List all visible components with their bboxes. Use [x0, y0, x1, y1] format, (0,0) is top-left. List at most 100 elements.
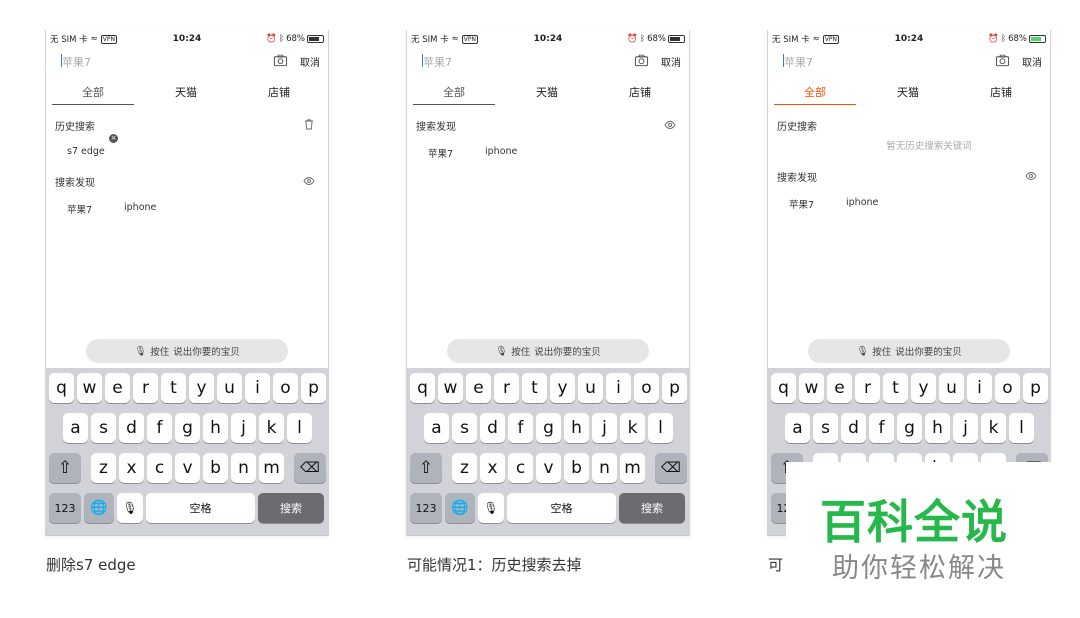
tab-shops[interactable]: 店铺	[600, 84, 680, 100]
key-t[interactable]: t	[522, 373, 547, 403]
tab-tmall[interactable]: 天猫	[146, 84, 226, 100]
key-a[interactable]: a	[424, 413, 449, 443]
key-l[interactable]: l	[1009, 413, 1034, 443]
key-b[interactable]: b	[564, 453, 589, 483]
key-o[interactable]: o	[273, 373, 298, 403]
tab-all[interactable]: 全部	[414, 84, 494, 100]
key-m[interactable]: m	[620, 453, 645, 483]
camera-icon[interactable]	[634, 53, 649, 68]
key-p[interactable]: p	[301, 373, 326, 403]
key-n[interactable]: n	[231, 453, 256, 483]
tab-all[interactable]: 全部	[53, 84, 133, 100]
eye-icon[interactable]	[664, 119, 676, 131]
numbers-key[interactable]: 123	[49, 493, 81, 523]
tab-tmall[interactable]: 天猫	[868, 84, 948, 100]
shift-key[interactable]: ⇧	[410, 453, 442, 483]
key-l[interactable]: l	[287, 413, 312, 443]
key-s[interactable]: s	[452, 413, 477, 443]
discover-chip[interactable]: iphone	[485, 146, 517, 157]
key-o[interactable]: o	[634, 373, 659, 403]
key-b[interactable]: b	[203, 453, 228, 483]
key-x[interactable]: x	[480, 453, 505, 483]
key-h[interactable]: h	[564, 413, 589, 443]
key-k[interactable]: k	[981, 413, 1006, 443]
key-z[interactable]: z	[91, 453, 116, 483]
dictation-key[interactable]: 🎙	[117, 493, 143, 523]
key-e[interactable]: e	[466, 373, 491, 403]
key-n[interactable]: n	[592, 453, 617, 483]
tab-all[interactable]: 全部	[775, 84, 855, 100]
search-key[interactable]: 搜索	[258, 493, 324, 523]
key-s[interactable]: s	[813, 413, 838, 443]
key-d[interactable]: d	[841, 413, 866, 443]
key-j[interactable]: j	[953, 413, 978, 443]
key-a[interactable]: a	[63, 413, 88, 443]
key-l[interactable]: l	[648, 413, 673, 443]
key-w[interactable]: w	[799, 373, 824, 403]
eye-icon[interactable]	[1025, 170, 1037, 182]
search-key[interactable]: 搜索	[619, 493, 685, 523]
key-g[interactable]: g	[175, 413, 200, 443]
key-w[interactable]: w	[77, 373, 102, 403]
key-y[interactable]: y	[911, 373, 936, 403]
voice-search-button[interactable]: 🎙 按住 说出你要的宝贝	[86, 339, 288, 363]
tab-tmall[interactable]: 天猫	[507, 84, 587, 100]
key-z[interactable]: z	[452, 453, 477, 483]
discover-chip[interactable]: 苹果7	[428, 146, 453, 160]
key-h[interactable]: h	[203, 413, 228, 443]
key-f[interactable]: f	[147, 413, 172, 443]
key-p[interactable]: p	[1023, 373, 1048, 403]
key-h[interactable]: h	[925, 413, 950, 443]
key-g[interactable]: g	[897, 413, 922, 443]
key-s[interactable]: s	[91, 413, 116, 443]
cancel-button[interactable]: 取消	[661, 54, 681, 69]
key-t[interactable]: t	[883, 373, 908, 403]
cancel-button[interactable]: 取消	[1022, 54, 1042, 69]
discover-chip[interactable]: 苹果7	[67, 202, 92, 216]
tab-shops[interactable]: 店铺	[239, 84, 319, 100]
delete-chip-icon[interactable]: ×	[109, 134, 118, 143]
key-q[interactable]: q	[771, 373, 796, 403]
numbers-key[interactable]: 123	[410, 493, 442, 523]
key-f[interactable]: f	[869, 413, 894, 443]
key-a[interactable]: a	[785, 413, 810, 443]
backspace-key[interactable]: ⌫	[294, 453, 326, 483]
key-u[interactable]: u	[578, 373, 603, 403]
key-e[interactable]: e	[827, 373, 852, 403]
discover-chip[interactable]: iphone	[124, 202, 156, 213]
globe-key[interactable]: 🌐	[445, 493, 475, 523]
key-r[interactable]: r	[855, 373, 880, 403]
key-w[interactable]: w	[438, 373, 463, 403]
key-c[interactable]: c	[508, 453, 533, 483]
key-e[interactable]: e	[105, 373, 130, 403]
key-d[interactable]: d	[119, 413, 144, 443]
key-v[interactable]: v	[536, 453, 561, 483]
key-r[interactable]: r	[494, 373, 519, 403]
space-key[interactable]: 空格	[507, 493, 616, 523]
discover-chip[interactable]: iphone	[846, 197, 878, 208]
backspace-key[interactable]: ⌫	[655, 453, 687, 483]
key-y[interactable]: y	[189, 373, 214, 403]
key-k[interactable]: k	[259, 413, 284, 443]
key-g[interactable]: g	[536, 413, 561, 443]
voice-search-button[interactable]: 🎙 按住 说出你要的宝贝	[808, 339, 1010, 363]
globe-key[interactable]: 🌐	[84, 493, 114, 523]
voice-search-button[interactable]: 🎙 按住 说出你要的宝贝	[447, 339, 649, 363]
tab-shops[interactable]: 店铺	[961, 84, 1041, 100]
space-key[interactable]: 空格	[146, 493, 255, 523]
key-d[interactable]: d	[480, 413, 505, 443]
shift-key[interactable]: ⇧	[49, 453, 81, 483]
search-input[interactable]: 苹果7	[423, 54, 452, 70]
search-input[interactable]: 苹果7	[62, 54, 91, 70]
key-i[interactable]: i	[967, 373, 992, 403]
key-o[interactable]: o	[995, 373, 1020, 403]
cancel-button[interactable]: 取消	[300, 54, 320, 69]
search-input[interactable]: 苹果7	[784, 54, 813, 70]
key-m[interactable]: m	[259, 453, 284, 483]
key-j[interactable]: j	[231, 413, 256, 443]
key-p[interactable]: p	[662, 373, 687, 403]
key-y[interactable]: y	[550, 373, 575, 403]
key-q[interactable]: q	[410, 373, 435, 403]
key-q[interactable]: q	[49, 373, 74, 403]
key-u[interactable]: u	[217, 373, 242, 403]
